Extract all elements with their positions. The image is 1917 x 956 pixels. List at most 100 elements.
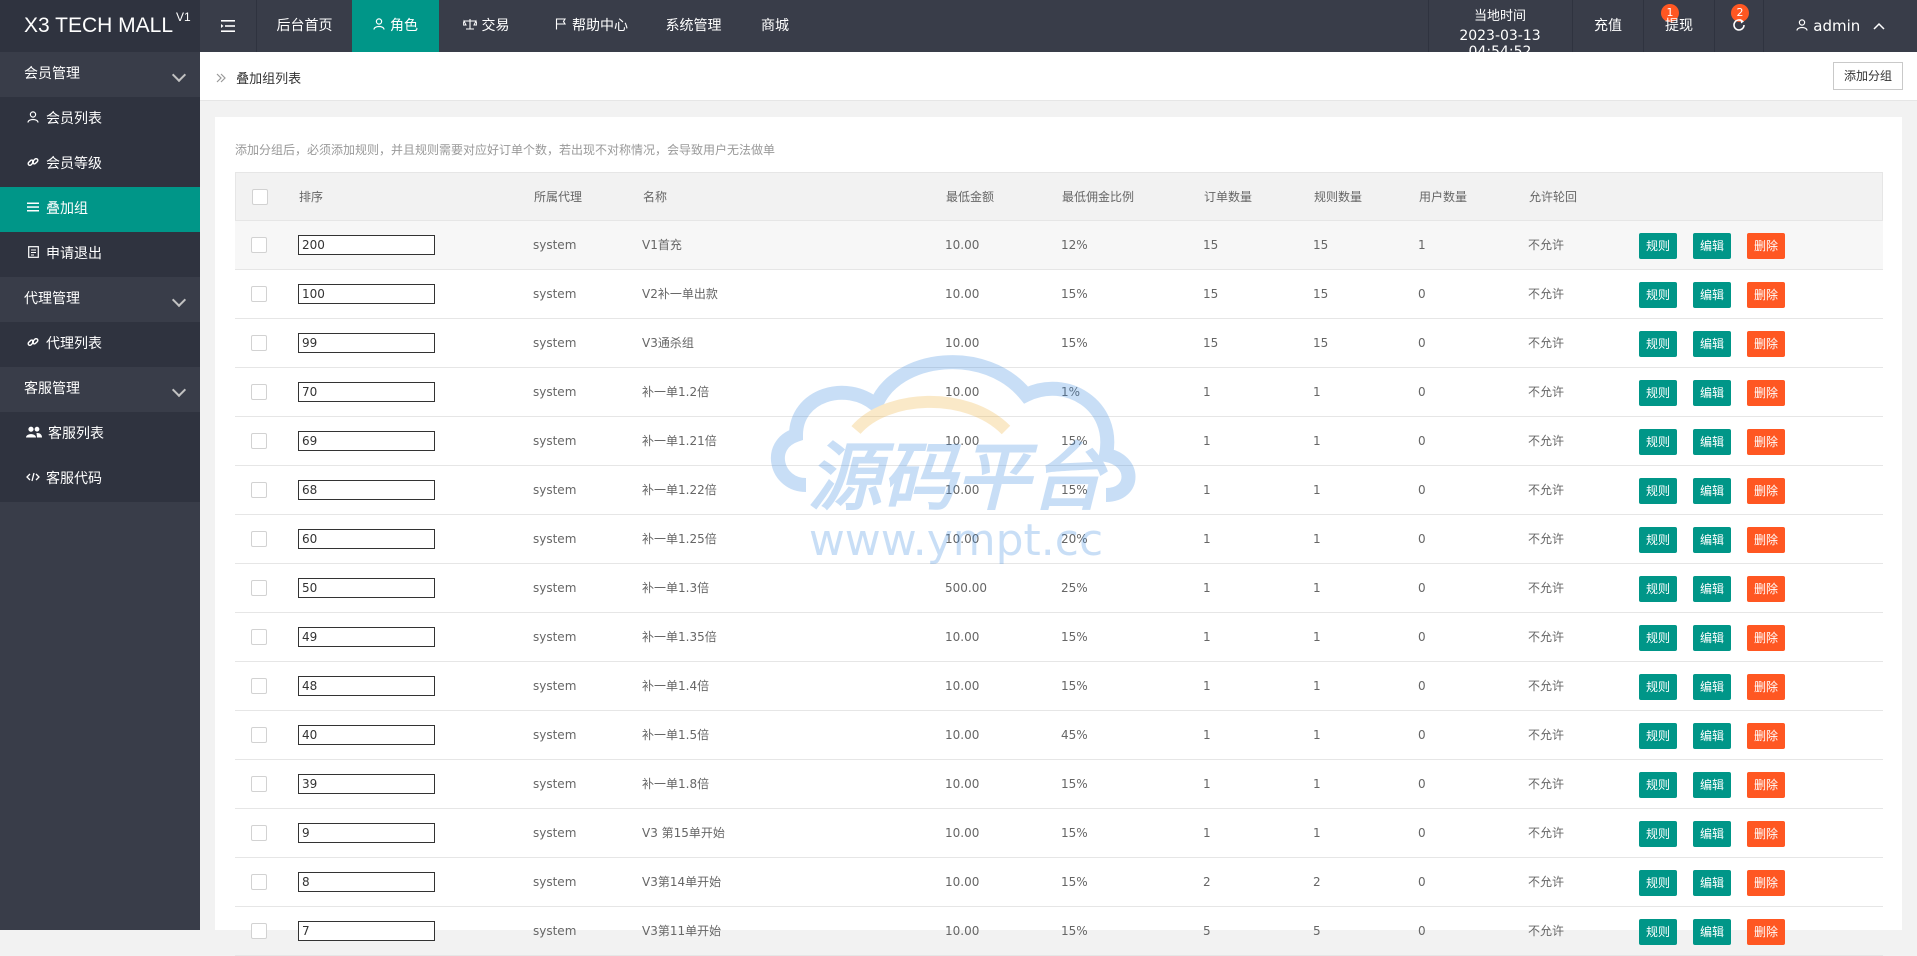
nav-help-center[interactable]: 帮助中心 xyxy=(533,0,650,52)
column-header-min-amount[interactable]: 最低金额 xyxy=(946,173,994,221)
delete-button[interactable]: 删除 xyxy=(1747,723,1786,749)
sort-order-input[interactable] xyxy=(298,333,435,353)
app-logo[interactable]: X3 TECH MALL V1 xyxy=(0,0,200,52)
add-group-button[interactable]: 添加分组 xyxy=(1832,62,1903,90)
row-checkbox[interactable] xyxy=(251,629,267,645)
rules-button[interactable]: 规则 xyxy=(1639,478,1678,504)
sort-order-input[interactable] xyxy=(298,529,435,549)
edit-button[interactable]: 编辑 xyxy=(1693,478,1732,504)
sort-order-input[interactable] xyxy=(298,627,435,647)
row-checkbox[interactable] xyxy=(251,678,267,694)
delete-button[interactable]: 删除 xyxy=(1747,772,1786,798)
sort-order-input[interactable] xyxy=(298,284,435,304)
sidebar-item-member-level[interactable]: 会员等级 xyxy=(0,142,200,187)
edit-button[interactable]: 编辑 xyxy=(1693,282,1732,308)
column-header-cycle[interactable]: 允许轮回 xyxy=(1529,173,1577,221)
rules-button[interactable]: 规则 xyxy=(1639,870,1678,896)
edit-button[interactable]: 编辑 xyxy=(1693,772,1732,798)
rules-button[interactable]: 规则 xyxy=(1639,772,1678,798)
row-checkbox[interactable] xyxy=(251,776,267,792)
sidebar-item-overlay-group[interactable]: 叠加组 xyxy=(0,187,200,232)
rules-button[interactable]: 规则 xyxy=(1639,331,1678,357)
breadcrumb-current[interactable]: 叠加组列表 xyxy=(236,72,301,87)
sidebar-item-exit-request[interactable]: 申请退出 xyxy=(0,232,200,277)
nav-mall[interactable]: 商城 xyxy=(737,0,813,52)
row-checkbox[interactable] xyxy=(251,237,267,253)
edit-button[interactable]: 编辑 xyxy=(1693,821,1732,847)
column-header-users[interactable]: 用户数量 xyxy=(1419,173,1467,221)
withdraw-button[interactable]: 提现 xyxy=(1644,0,1714,52)
user-menu[interactable]: admin xyxy=(1764,0,1917,52)
row-checkbox[interactable] xyxy=(251,531,267,547)
select-all-checkbox[interactable] xyxy=(252,189,268,205)
delete-button[interactable]: 删除 xyxy=(1747,478,1786,504)
row-checkbox[interactable] xyxy=(251,482,267,498)
refresh-button[interactable] xyxy=(1715,0,1763,52)
delete-button[interactable]: 删除 xyxy=(1747,380,1786,406)
edit-button[interactable]: 编辑 xyxy=(1693,576,1732,602)
menu-toggle-button[interactable] xyxy=(200,0,256,52)
column-header-orders[interactable]: 订单数量 xyxy=(1204,173,1252,221)
column-header-min-rate[interactable]: 最低佣金比例 xyxy=(1062,173,1134,221)
row-checkbox[interactable] xyxy=(251,335,267,351)
delete-button[interactable]: 删除 xyxy=(1747,233,1786,259)
sort-order-input[interactable] xyxy=(298,774,435,794)
nav-roles[interactable]: 角色 xyxy=(352,0,439,52)
sort-order-input[interactable] xyxy=(298,676,435,696)
row-checkbox[interactable] xyxy=(251,286,267,302)
sidebar-group-support-management[interactable]: 客服管理 xyxy=(0,367,200,412)
nav-dashboard[interactable]: 后台首页 xyxy=(257,0,352,52)
row-checkbox[interactable] xyxy=(251,923,267,939)
edit-button[interactable]: 编辑 xyxy=(1693,233,1732,259)
rules-button[interactable]: 规则 xyxy=(1639,674,1678,700)
sidebar-group-agent-management[interactable]: 代理管理 xyxy=(0,277,200,322)
row-checkbox[interactable] xyxy=(251,580,267,596)
recharge-button[interactable]: 充值 xyxy=(1573,0,1643,52)
sidebar-group-member-management[interactable]: 会员管理 xyxy=(0,52,200,97)
rules-button[interactable]: 规则 xyxy=(1639,429,1678,455)
rules-button[interactable]: 规则 xyxy=(1639,527,1678,553)
delete-button[interactable]: 删除 xyxy=(1747,625,1786,651)
delete-button[interactable]: 删除 xyxy=(1747,429,1786,455)
row-checkbox[interactable] xyxy=(251,727,267,743)
edit-button[interactable]: 编辑 xyxy=(1693,380,1732,406)
delete-button[interactable]: 删除 xyxy=(1747,331,1786,357)
edit-button[interactable]: 编辑 xyxy=(1693,870,1732,896)
rules-button[interactable]: 规则 xyxy=(1639,625,1678,651)
delete-button[interactable]: 删除 xyxy=(1747,576,1786,602)
rules-button[interactable]: 规则 xyxy=(1639,233,1678,259)
rules-button[interactable]: 规则 xyxy=(1639,576,1678,602)
sort-order-input[interactable] xyxy=(298,578,435,598)
delete-button[interactable]: 删除 xyxy=(1747,674,1786,700)
rules-button[interactable]: 规则 xyxy=(1639,723,1678,749)
edit-button[interactable]: 编辑 xyxy=(1693,674,1732,700)
edit-button[interactable]: 编辑 xyxy=(1693,723,1732,749)
delete-button[interactable]: 删除 xyxy=(1747,821,1786,847)
rules-button[interactable]: 规则 xyxy=(1639,919,1678,945)
sidebar-item-member-list[interactable]: 会员列表 xyxy=(0,97,200,142)
rules-button[interactable]: 规则 xyxy=(1639,282,1678,308)
edit-button[interactable]: 编辑 xyxy=(1693,527,1732,553)
sort-order-input[interactable] xyxy=(298,921,435,941)
edit-button[interactable]: 编辑 xyxy=(1693,919,1732,945)
sort-order-input[interactable] xyxy=(298,872,435,892)
edit-button[interactable]: 编辑 xyxy=(1693,331,1732,357)
column-header-agent[interactable]: 所属代理 xyxy=(534,173,582,221)
row-checkbox[interactable] xyxy=(251,825,267,841)
edit-button[interactable]: 编辑 xyxy=(1693,429,1732,455)
column-header-name[interactable]: 名称 xyxy=(643,173,667,221)
rules-button[interactable]: 规则 xyxy=(1639,380,1678,406)
row-checkbox[interactable] xyxy=(251,433,267,449)
nav-system-settings[interactable]: 系统管理 xyxy=(650,0,737,52)
sidebar-item-agent-list[interactable]: 代理列表 xyxy=(0,322,200,367)
sort-order-input[interactable] xyxy=(298,235,435,255)
nav-trade[interactable]: 交易 xyxy=(439,0,533,52)
sort-order-input[interactable] xyxy=(298,823,435,843)
row-checkbox[interactable] xyxy=(251,384,267,400)
delete-button[interactable]: 删除 xyxy=(1747,870,1786,896)
sidebar-item-support-code[interactable]: 客服代码 xyxy=(0,457,200,502)
sort-order-input[interactable] xyxy=(298,480,435,500)
column-header-rules[interactable]: 规则数量 xyxy=(1314,173,1362,221)
delete-button[interactable]: 删除 xyxy=(1747,919,1786,945)
sort-order-input[interactable] xyxy=(298,725,435,745)
